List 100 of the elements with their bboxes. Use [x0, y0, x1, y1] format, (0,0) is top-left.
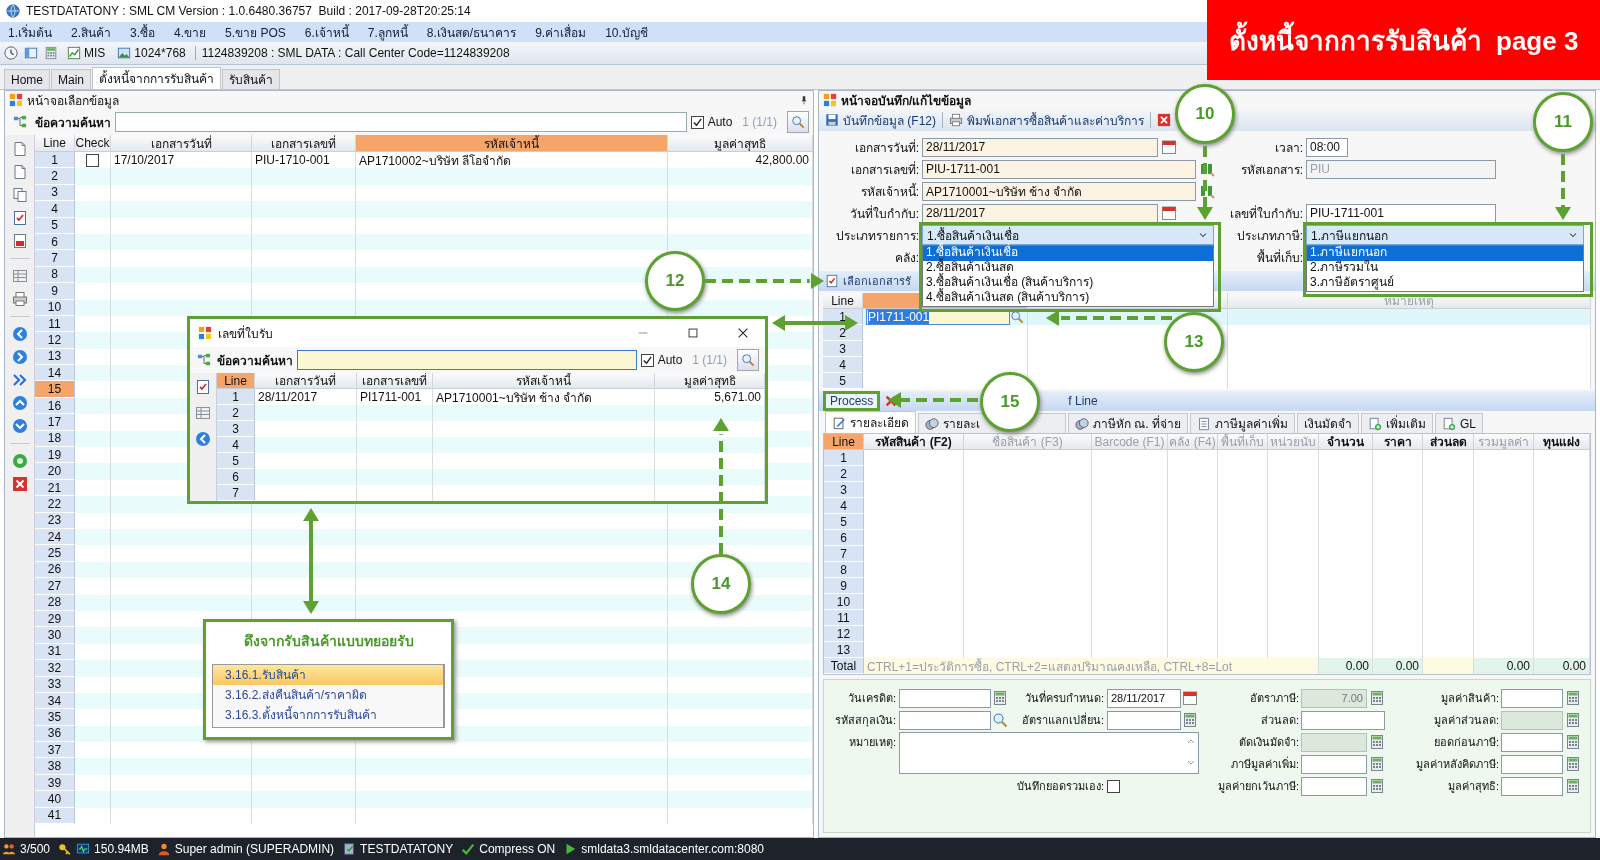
row-number: 38: [35, 758, 75, 775]
row-number: 13: [824, 642, 864, 658]
status-text: 150.94MB: [94, 842, 149, 856]
row-number: 7: [824, 546, 864, 562]
field-label: มูลค่าหลังคิดภาษี:: [1414, 757, 1499, 773]
window-title: TESTDATATONY : SML CM Version : 1.0.6480.36757 Build : 2017-09-28T20:25:14: [26, 4, 471, 18]
row-number: 12: [824, 626, 864, 642]
row-number: 7: [35, 250, 75, 267]
row-number: 17: [35, 414, 75, 431]
panel-title: หน้าจอบันทึก/แก้ไขข้อมูล: [841, 92, 972, 110]
field-label: คลัง:: [893, 249, 919, 267]
row-number: 3: [823, 341, 863, 357]
total-value: 0.00: [1345, 659, 1369, 673]
field-label: มูลค่าสุทธิ:: [1446, 779, 1499, 795]
checkbox-label: Auto: [707, 115, 733, 129]
table-cell: PI1711-001: [360, 390, 422, 404]
title-banner: ตั้งหนี้จากการรับสินค้า page 3: [1207, 0, 1600, 80]
checkbox-label: Auto: [657, 353, 683, 367]
table-cell: 42,800.00: [755, 153, 809, 168]
field-label: วันเครดิต:: [846, 691, 896, 706]
panel-title: หน้าจอเลือกข้อมูล: [27, 92, 119, 110]
row-number: 37: [35, 742, 75, 759]
row-number: 12: [35, 332, 75, 349]
field-label: วันที่ครบกำหนด:: [1023, 689, 1104, 706]
field-label: หมายเหตุ:: [847, 735, 896, 751]
row-number: 2: [824, 466, 864, 482]
row-number: 2: [217, 405, 255, 421]
row-number: 15: [35, 381, 75, 398]
field-label: ยอดก่อนภาษี:: [1432, 735, 1499, 750]
field-label: รหัสเจ้าหนี้:: [859, 182, 919, 201]
table-cell: 17/10/2017: [114, 153, 175, 168]
row-number: 4: [824, 498, 864, 514]
status-text: TESTDATATONY: [360, 842, 454, 856]
field-label: ตัดเงินมัดจำ:: [1237, 735, 1299, 750]
row-number: 6: [217, 469, 255, 485]
row-number: 2: [823, 325, 863, 341]
table-cell: 5,671.00: [714, 390, 761, 404]
row-number: 5: [824, 514, 864, 530]
field-label: อัตราภาษี:: [1248, 691, 1299, 706]
row-number: 1: [35, 152, 75, 169]
total-value: 0.00: [1395, 659, 1419, 673]
table-cell: AP1710002~บริษัท ลีโอจำกัด: [359, 152, 512, 169]
field-label: เวลา:: [1273, 139, 1303, 157]
row-number: 22: [35, 496, 75, 513]
row-number: 35: [35, 709, 75, 726]
field-label: รหัสเอกสาร:: [1239, 161, 1303, 179]
field-label: มูลค่ายกเว้นภาษี:: [1216, 779, 1299, 795]
row-number: 19: [35, 447, 75, 464]
section-title: เลือกเอกสารรั: [843, 274, 911, 289]
toolbar-text: f Line: [1068, 394, 1098, 408]
status-text: Compress ON: [479, 842, 556, 856]
status-text: smldata3.smldatacenter.com:8080: [581, 842, 764, 856]
row-number: 4: [217, 437, 255, 453]
row-number: 4: [35, 201, 75, 218]
field-label: ประเภทรายการ:: [834, 227, 919, 245]
row-number: 32: [35, 660, 75, 677]
table-cell: 28/11/2017: [258, 390, 318, 404]
row-number: 40: [35, 791, 75, 808]
field-label: มูลค่าส่วนลด:: [1432, 713, 1499, 729]
row-number: 11: [824, 610, 864, 626]
row-number: 27: [35, 578, 75, 595]
row-number: 30: [35, 627, 75, 644]
table-cell: AP1710001~บริษัท ช้าง จำกัด: [436, 389, 593, 405]
search-label: ข้อความค้นหา: [217, 352, 293, 370]
field-label: บันทึกยอดรวมเอง:: [1015, 779, 1104, 794]
row-number: 10: [824, 594, 864, 610]
field-label: ภาษีมูลค่าเพิ่ม:: [1229, 755, 1299, 773]
row-number: 5: [823, 373, 863, 389]
row-number: 4: [823, 357, 863, 373]
row-number: 3: [217, 421, 255, 437]
row-number: 20: [35, 463, 75, 480]
row-number: 14: [35, 365, 75, 382]
row-number: 5: [217, 453, 255, 469]
callout-title: ดึงจากรับสินค้าแบบทยอยรับ: [242, 632, 415, 651]
field-label: เอกสารเลขที่:: [849, 160, 919, 179]
dialog-title: เลขที่ใบรับ: [218, 324, 273, 343]
page-indicator: 1 (1/1): [741, 115, 778, 129]
field-label: อัตราแลกเปลี่ยน:: [1020, 711, 1104, 728]
row-number: 2: [35, 168, 75, 185]
page-indicator: 1 (1/1): [691, 353, 728, 367]
status-text: Super admin (SUPERADMIN): [174, 842, 335, 856]
total-value: 0.00: [1506, 659, 1530, 673]
table-cell: PIU-1710-001: [255, 153, 330, 168]
row-number: 9: [35, 283, 75, 300]
field-label: รหัสสกุลเงิน:: [833, 713, 896, 729]
row-number: 1: [824, 450, 864, 466]
row-number: 1: [217, 389, 255, 405]
total-label: Total: [824, 658, 864, 674]
row-number: 8: [824, 562, 864, 578]
status-text: 3/500: [20, 842, 51, 856]
row-number: 3: [824, 482, 864, 498]
field-label: วันที่ใบกำกับ:: [848, 204, 919, 223]
field-label: เอกสารวันที่:: [853, 138, 919, 157]
field-label: พื้นที่เก็บ:: [1255, 248, 1303, 267]
field-label: ส่วนลด:: [1259, 713, 1299, 728]
field-label: ประเภทภาษี:: [1235, 227, 1303, 245]
search-label: ข้อความค้นหา: [35, 114, 111, 132]
row-number: 9: [824, 578, 864, 594]
row-number: 7: [217, 485, 255, 501]
connection-info: 1124839208 : SML DATA : Call Center Code=1124839208: [194, 46, 510, 60]
